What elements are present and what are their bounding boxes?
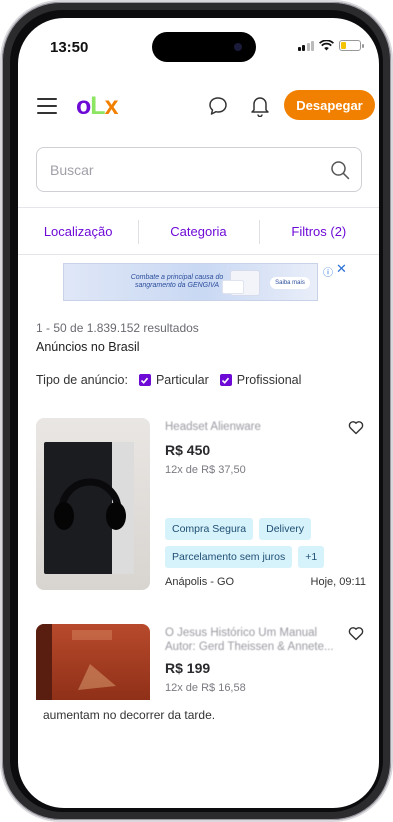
- search-input[interactable]: [37, 148, 307, 191]
- menu-icon[interactable]: [37, 98, 57, 114]
- listing-location: Anápolis - GO: [165, 576, 235, 588]
- listing-date: Hoje, 09:11: [310, 576, 366, 588]
- location-filter[interactable]: Localização: [18, 224, 138, 239]
- results-region: Anúncios no Brasil: [36, 340, 140, 354]
- favorite-heart-icon[interactable]: [348, 420, 364, 435]
- filters-button[interactable]: Filtros (2): [258, 219, 379, 244]
- toast-message: aumentam no decorrer da tarde.: [18, 708, 379, 738]
- listing-image[interactable]: [36, 624, 150, 700]
- ad-banner[interactable]: Combate a principal causa do sangramento…: [63, 263, 318, 301]
- dynamic-island: [152, 32, 256, 62]
- headset-image: [54, 478, 126, 530]
- listing-installments: 12x de R$ 16,58: [165, 682, 246, 694]
- wifi-icon: [319, 40, 334, 51]
- favorite-heart-icon[interactable]: [348, 626, 364, 641]
- tag-badge: Delivery: [259, 518, 312, 540]
- ad-info-icon[interactable]: ⓘ: [323, 264, 333, 279]
- tag-badge[interactable]: +1: [298, 546, 325, 568]
- ad-product-image-2: [222, 280, 244, 294]
- search-icon[interactable]: [330, 160, 350, 180]
- screen: 13:50 oLx Desapegar Buscar Localização C…: [18, 18, 379, 808]
- type-private-option[interactable]: Particular: [138, 373, 209, 387]
- listing-installments: 12x de R$ 37,50: [165, 464, 246, 476]
- checkbox-checked-icon[interactable]: [219, 374, 232, 386]
- ad-cta[interactable]: Saiba mais: [270, 277, 310, 289]
- type-professional-label: Profissional: [236, 373, 302, 387]
- notification-bell-icon[interactable]: [250, 95, 270, 117]
- status-icons: [297, 40, 364, 51]
- listing-tags: Compra Segura Delivery Parcelamento sem …: [165, 518, 365, 568]
- battery-icon: [339, 40, 364, 51]
- chat-icon[interactable]: [208, 96, 228, 116]
- top-header: oLx Desapegar: [18, 88, 379, 128]
- olx-logo[interactable]: oLx: [76, 92, 118, 121]
- ad-type-label: Tipo de anúncio:: [36, 373, 128, 387]
- ad-text: Combate a principal causa do sangramento…: [130, 274, 224, 289]
- phone-frame: 13:50 oLx Desapegar Buscar Localização C…: [2, 2, 391, 820]
- book-cover-image: [36, 624, 116, 700]
- status-time: 13:50: [50, 39, 89, 56]
- type-professional-option[interactable]: Profissional: [219, 373, 302, 387]
- listing-image[interactable]: [36, 418, 150, 590]
- sell-button[interactable]: Desapegar: [284, 90, 375, 120]
- tag-badge: Compra Segura: [165, 518, 254, 540]
- listing-card[interactable]: Headset Alienware R$ 450 12x de R$ 37,50…: [36, 418, 366, 593]
- ad-close-icon[interactable]: ✕: [336, 261, 347, 277]
- filter-bar: Localização Categoria Filtros (2): [18, 207, 379, 255]
- camera-dot: [234, 43, 242, 51]
- signal-icon: [297, 40, 314, 51]
- listing-price: R$ 450: [165, 442, 211, 458]
- type-private-label: Particular: [155, 373, 209, 387]
- listing-title[interactable]: Headset Alienware: [165, 420, 350, 434]
- listing-card[interactable]: O Jesus Histórico Um Manual Autor: Gerd …: [36, 624, 366, 714]
- listing-title[interactable]: O Jesus Histórico Um Manual Autor: Gerd …: [165, 626, 350, 654]
- results-count: 1 - 50 de 1.839.152 resultados: [36, 321, 199, 335]
- ad-type-filter: Tipo de anúncio: Particular Profissional: [36, 373, 301, 387]
- category-filter[interactable]: Categoria: [138, 219, 258, 244]
- search-box[interactable]: [36, 147, 362, 192]
- checkbox-checked-icon[interactable]: [138, 374, 151, 386]
- tag-badge: Parcelamento sem juros: [165, 546, 293, 568]
- listing-price: R$ 199: [165, 660, 211, 676]
